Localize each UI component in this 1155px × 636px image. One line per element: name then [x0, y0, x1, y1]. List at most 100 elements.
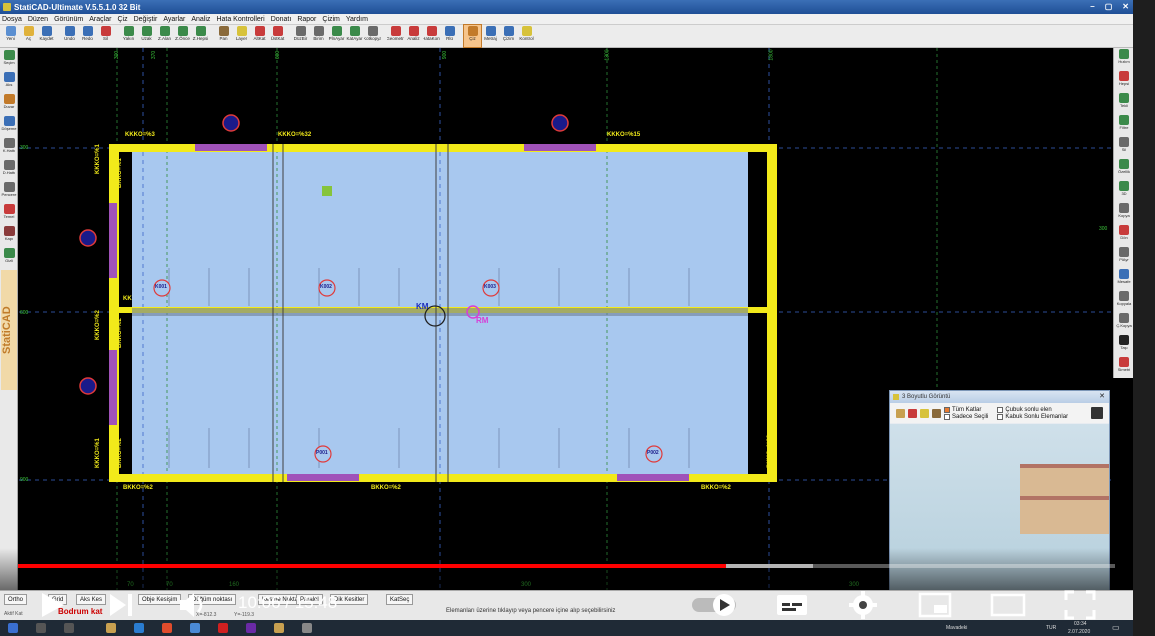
toolbar-button[interactable]: Kontrol: [518, 25, 535, 47]
theater-mode-icon[interactable]: [990, 592, 1026, 618]
snap-toggle-tab[interactable]: Obje Kesişim: [138, 594, 182, 605]
play-icon[interactable]: [38, 590, 68, 620]
right-tool-button[interactable]: Hızlım: [1114, 49, 1134, 70]
menu-item[interactable]: Çizim: [322, 16, 340, 23]
language-indicator[interactable]: TUR: [1046, 625, 1056, 631]
menu-item[interactable]: Çiz: [117, 16, 127, 23]
toolbar-button[interactable]: Aç: [20, 25, 37, 47]
view-icon[interactable]: [896, 408, 905, 418]
left-tool-button[interactable]: Duvar: [0, 94, 18, 114]
all-floors-checkbox[interactable]: Tüm Katlar: [944, 406, 988, 413]
menu-item[interactable]: Analiz: [191, 16, 210, 23]
toolbar-button[interactable]: Geometri: [387, 25, 404, 47]
toolbar-button[interactable]: Z.Alan: [156, 25, 173, 47]
chrome-task-icon[interactable]: [162, 623, 172, 633]
toolbar-button[interactable]: Birim: [310, 25, 327, 47]
toolbar-button[interactable]: Rlü: [441, 25, 458, 47]
toolbar-button[interactable]: Sil: [97, 25, 114, 47]
middle-beam[interactable]: [132, 308, 748, 316]
fullscreen-icon[interactable]: [1064, 590, 1096, 620]
menu-item[interactable]: Rapor: [297, 16, 316, 23]
menu-item[interactable]: Donatı: [271, 16, 292, 23]
toolbar-button[interactable]: Redo: [79, 25, 96, 47]
toolbar-button[interactable]: DüzBir: [292, 25, 309, 47]
toolbar-button[interactable]: Çizim: [500, 25, 517, 47]
right-tool-button[interactable]: Ç.Kopya: [1114, 313, 1134, 334]
right-tool-button[interactable]: Taşı: [1114, 335, 1134, 356]
toolbar-button[interactable]: AltKat: [251, 25, 268, 47]
autoplay-toggle[interactable]: [690, 592, 742, 618]
left-tool-button[interactable]: D.Hattı: [0, 160, 18, 180]
menu-item[interactable]: Araçlar: [89, 16, 111, 23]
close-icon[interactable]: ✕: [1099, 392, 1105, 400]
minimize-icon[interactable]: –: [1090, 2, 1094, 11]
toolbar-button[interactable]: Pan: [215, 25, 232, 47]
toolbar-button[interactable]: HataKont: [423, 25, 440, 47]
subtitles-icon[interactable]: [775, 592, 809, 618]
light-icon[interactable]: [920, 408, 929, 418]
right-tool-button[interactable]: Kopyala: [1114, 291, 1134, 312]
right-tool-button[interactable]: Kopya: [1114, 203, 1134, 224]
snap-toggle-tab[interactable]: Aks Kes: [76, 594, 107, 605]
toolbar-button[interactable]: Analiz: [405, 25, 422, 47]
volume-icon[interactable]: [178, 590, 210, 620]
left-tool-button[interactable]: Seçim: [0, 50, 18, 70]
left-tool-button[interactable]: Döşeme: [0, 116, 18, 136]
toolbar-button[interactable]: Undo: [61, 25, 78, 47]
right-tool-button[interactable]: 3D: [1114, 181, 1134, 202]
search-icon[interactable]: [36, 623, 46, 633]
flag-icon[interactable]: [908, 408, 917, 418]
selection-marker[interactable]: [322, 186, 332, 196]
right-tool-button[interactable]: PlAyr: [1114, 247, 1134, 268]
left-tool-button[interactable]: Kapı: [0, 226, 18, 246]
right-tool-button[interactable]: Tekli: [1114, 93, 1134, 114]
right-tool-button[interactable]: Filtre: [1114, 115, 1134, 136]
menu-item[interactable]: Hata Kontrolleri: [216, 16, 264, 23]
right-tool-button[interactable]: Simetri: [1114, 357, 1134, 378]
toolbar-button[interactable]: Z.Önce: [174, 25, 191, 47]
start-icon[interactable]: [8, 623, 18, 633]
print-icon[interactable]: [932, 408, 941, 418]
explorer-task-icon[interactable]: [134, 623, 144, 633]
right-tool-button[interactable]: Mesafe: [1114, 269, 1134, 290]
app-task-icon[interactable]: [190, 623, 200, 633]
toolbar-button[interactable]: Kotkopya: [364, 25, 381, 47]
toolbar-button[interactable]: Yeni: [2, 25, 19, 47]
toolbar-button[interactable]: PlnAyar: [328, 25, 345, 47]
onenote-task-icon[interactable]: [246, 623, 256, 633]
app2-task-icon[interactable]: [302, 623, 312, 633]
snap-toggle-tab[interactable]: Ortho: [4, 594, 28, 605]
menu-item[interactable]: Görünüm: [54, 16, 83, 23]
right-tool-button[interactable]: Dön: [1114, 225, 1134, 246]
left-tool-button[interactable]: Pencere: [0, 182, 18, 202]
notification-icon[interactable]: ▭: [1112, 623, 1120, 632]
staticad-task-icon[interactable]: [106, 623, 116, 633]
menu-item[interactable]: Değiştir: [134, 16, 158, 23]
left-tool-button[interactable]: Aks: [0, 72, 18, 92]
video-progress-bar[interactable]: [18, 564, 1115, 568]
selected-only-checkbox[interactable]: Sadece Seçili: [944, 413, 988, 420]
toolbar-button[interactable]: Metraj: [482, 25, 499, 47]
miniplayer-icon[interactable]: [918, 592, 952, 618]
bar-finite-elements-checkbox[interactable]: Çubuk sonlu elen: [997, 406, 1068, 413]
snap-toggle-tab[interactable]: KatSeç: [386, 594, 414, 605]
menu-item[interactable]: Yardım: [346, 16, 368, 23]
settings-gear-icon[interactable]: [848, 590, 878, 620]
shell-finite-elements-checkbox[interactable]: Kabuk Sonlu Elemanlar: [997, 413, 1068, 420]
left-tool-button[interactable]: Temel: [0, 204, 18, 224]
menu-item[interactable]: Düzen: [28, 16, 48, 23]
task-view-icon[interactable]: [64, 623, 74, 633]
menu-item[interactable]: Dosya: [2, 16, 22, 23]
viewer-title-bar[interactable]: 3 Boyutlu Görüntü ✕: [890, 391, 1109, 403]
toolbar-button[interactable]: Yakın: [120, 25, 137, 47]
building-3d-model[interactable]: [1020, 464, 1109, 534]
staticad2-task-icon[interactable]: [274, 623, 284, 633]
toolbar-button[interactable]: Z.Hepsi: [192, 25, 209, 47]
right-tool-button[interactable]: Hepsi: [1114, 71, 1134, 92]
opera-task-icon[interactable]: [218, 623, 228, 633]
right-tool-button[interactable]: Özellik: [1114, 159, 1134, 180]
toolbar-button[interactable]: KatAyar: [346, 25, 363, 47]
left-tool-button[interactable]: Gizli: [0, 248, 18, 268]
close-icon[interactable]: ✕: [1122, 2, 1129, 11]
camera-icon[interactable]: [1091, 407, 1103, 419]
